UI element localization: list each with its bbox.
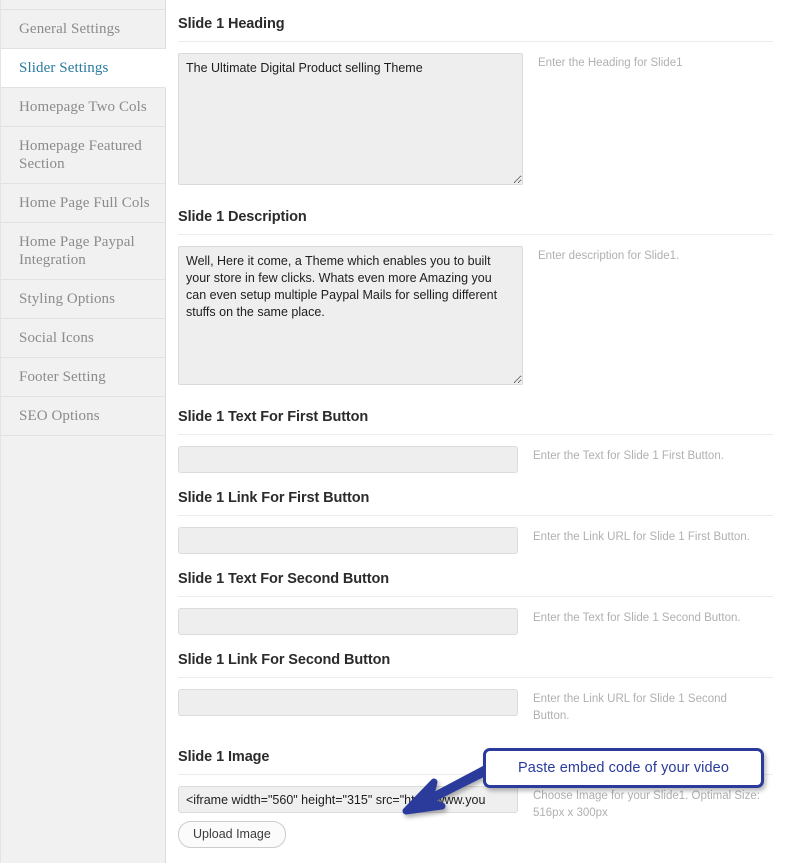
field-title: Slide 1 Text For Second Button <box>178 571 390 587</box>
settings-sidebar: General Settings Slider Settings Homepag… <box>0 0 166 863</box>
sidebar-item-label: Homepage Two Cols <box>19 99 147 115</box>
sidebar-item-label: Styling Options <box>19 291 116 307</box>
options-page: General Settings Slider Settings Homepag… <box>0 0 789 863</box>
field-slide-1-description: Slide 1 Description Enter description fo… <box>178 206 773 385</box>
slide-1-heading-textarea[interactable] <box>178 53 523 185</box>
slide-1-description-textarea[interactable] <box>178 246 523 385</box>
sidebar-item-label: Slider Settings <box>19 60 109 76</box>
slide-1-link-first-button-input[interactable] <box>178 527 518 554</box>
sidebar-item-seo-options[interactable]: SEO Options <box>1 397 165 436</box>
sidebar-item-footer-setting[interactable]: Footer Setting <box>1 358 165 397</box>
control-column <box>178 527 518 554</box>
sidebar-item-general-settings[interactable]: General Settings <box>1 9 165 49</box>
section-divider <box>178 434 773 435</box>
field-title: Slide 1 Link For First Button <box>178 490 370 506</box>
slide-1-text-first-button-input[interactable] <box>178 446 518 473</box>
field-help-text: Enter the Link URL for Slide 1 First But… <box>533 531 750 543</box>
field-title: Slide 1 Text For First Button <box>178 409 369 425</box>
upload-image-button[interactable]: Upload Image <box>178 821 286 848</box>
field-help-text: Enter the Text for Slide 1 First Button. <box>533 450 724 462</box>
sidebar-item-social-icons[interactable]: Social Icons <box>1 319 165 358</box>
sidebar-item-label: Homepage Featured Section <box>19 138 142 172</box>
field-slide-1-link-second-button: Slide 1 Link For Second Button Enter the… <box>178 649 773 725</box>
field-title: Slide 1 Link For Second Button <box>178 652 391 668</box>
control-column <box>178 446 518 473</box>
field-slide-1-text-first-button: Slide 1 Text For First Button Enter the … <box>178 406 773 473</box>
sidebar-item-homepage-two-cols[interactable]: Homepage Two Cols <box>1 88 165 127</box>
section-divider <box>178 234 773 235</box>
field-help-text: Enter the Link URL for Slide 1 Second Bu… <box>533 693 727 722</box>
sidebar-item-label: SEO Options <box>19 408 100 424</box>
slide-1-link-second-button-input[interactable] <box>178 689 518 716</box>
field-slide-1-heading: Slide 1 Heading Enter the Heading for Sl… <box>178 13 773 185</box>
field-help-text: Enter the Text for Slide 1 Second Button… <box>533 612 741 624</box>
control-column <box>178 689 518 716</box>
sidebar-item-slider-settings[interactable]: Slider Settings <box>1 49 166 88</box>
sidebar-item-label: Home Page Paypal Integration <box>19 234 135 268</box>
field-title: Slide 1 Heading <box>178 16 285 32</box>
section-divider <box>178 677 773 678</box>
sidebar-item-label: General Settings <box>19 21 121 37</box>
annotation-callout-text: Paste embed code of your video <box>518 760 729 776</box>
field-help-text: Enter description for Slide1. <box>538 250 680 262</box>
field-help-text: Choose Image for your Slide1. Optimal Si… <box>533 790 760 819</box>
slide-1-text-second-button-input[interactable] <box>178 608 518 635</box>
control-column <box>178 53 523 185</box>
sidebar-item-home-page-paypal-integration[interactable]: Home Page Paypal Integration <box>1 223 165 280</box>
annotation-callout: Paste embed code of your video <box>483 748 764 788</box>
section-divider <box>178 41 773 42</box>
field-help-text: Enter the Heading for Slide1 <box>538 57 683 69</box>
settings-main-panel: Slide 1 Heading Enter the Heading for Sl… <box>166 0 789 863</box>
sidebar-item-home-page-full-cols[interactable]: Home Page Full Cols <box>1 184 165 223</box>
sidebar-item-label: Social Icons <box>19 330 94 346</box>
section-divider <box>178 515 773 516</box>
section-divider <box>178 596 773 597</box>
field-slide-1-text-second-button: Slide 1 Text For Second Button Enter the… <box>178 568 773 635</box>
sidebar-item-homepage-featured-section[interactable]: Homepage Featured Section <box>1 127 165 184</box>
field-title: Slide 1 Description <box>178 209 307 225</box>
field-slide-1-link-first-button: Slide 1 Link For First Button Enter the … <box>178 487 773 554</box>
sidebar-item-label: Footer Setting <box>19 369 106 385</box>
control-column <box>178 246 523 385</box>
sidebar-item-label: Home Page Full Cols <box>19 195 150 211</box>
sidebar-item-styling-options[interactable]: Styling Options <box>1 280 165 319</box>
control-column <box>178 608 518 635</box>
